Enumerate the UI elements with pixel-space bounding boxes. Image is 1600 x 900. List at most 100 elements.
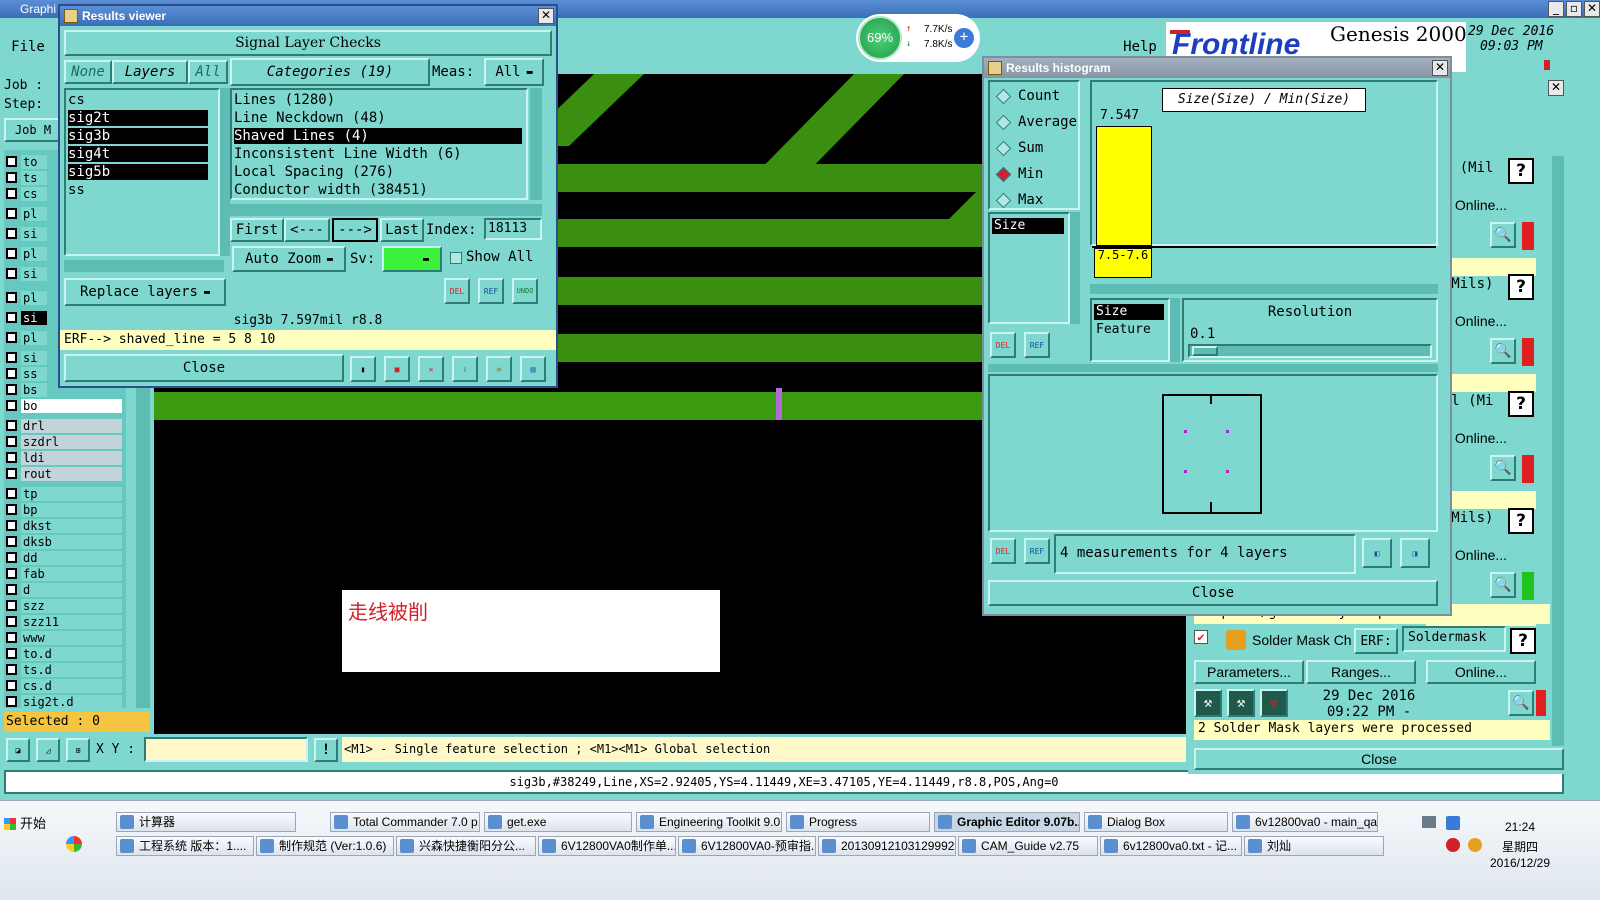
aggregate-radio[interactable]: Count [995, 88, 1060, 104]
axis-item[interactable]: Size [1094, 304, 1164, 320]
results-close-button[interactable]: Close [64, 354, 344, 382]
net-percent[interactable]: 69% [858, 16, 902, 60]
layer-row[interactable]: fab [6, 566, 122, 581]
results-viewer-close-icon[interactable]: ✕ [538, 8, 554, 24]
solder-checkbox[interactable]: ✔ [1194, 630, 1208, 644]
index-input[interactable]: 18113 [484, 218, 542, 240]
layer-checkbox[interactable] [6, 680, 17, 691]
panel-close-icon[interactable]: ✕ [1548, 80, 1564, 96]
feature-ref-icon[interactable]: REF [1024, 538, 1050, 564]
taskbar-button[interactable]: CAM_Guide v2.75 [958, 836, 1098, 856]
layer-checkbox[interactable] [6, 520, 17, 531]
check-help-button[interactable]: ? [1508, 391, 1534, 417]
layer-checkbox[interactable] [6, 292, 17, 303]
layer-checkbox[interactable] [6, 248, 17, 259]
hist-item-list[interactable]: Size [988, 212, 1070, 324]
axis-list[interactable]: Size Feature [1090, 298, 1170, 362]
layer-checkbox[interactable] [6, 468, 17, 479]
sash[interactable] [988, 364, 1438, 372]
histogram-close-button[interactable]: Close [988, 580, 1438, 606]
measure-icon[interactable]: ◿ [36, 738, 60, 762]
tray-icons[interactable] [1420, 812, 1482, 872]
next-button[interactable]: ---> [332, 218, 378, 242]
layer-checkbox[interactable] [6, 568, 17, 579]
stop-icon[interactable]: ⚒ [1260, 689, 1288, 717]
results-layer-list[interactable]: cs sig2t sig3b sig4t sig5b ss [64, 88, 220, 256]
zoom-result-icon[interactable]: 🔍 [1490, 572, 1516, 598]
layer-list-hscroll[interactable] [64, 260, 224, 272]
next-feature-icon[interactable]: ◨ [1400, 538, 1430, 568]
hist-del-icon[interactable]: DEL [990, 332, 1016, 358]
minimize-icon[interactable]: _ [1548, 1, 1564, 17]
last-button[interactable]: Last [380, 218, 424, 242]
taskbar-button[interactable]: Progress [786, 812, 930, 832]
category-item[interactable]: Shaved Lines (4) [234, 128, 522, 144]
zoom-result-icon[interactable]: 🔍 [1508, 690, 1534, 716]
layer-checkbox[interactable] [6, 172, 17, 183]
layer-list-item[interactable]: cs [68, 92, 208, 108]
layer-row[interactable]: drl [6, 418, 122, 433]
layer-checkbox[interactable] [6, 536, 17, 547]
categories-list[interactable]: Lines (1280) Line Neckdown (48) Shaved Lin… [230, 88, 528, 200]
taskbar-button[interactable]: Total Commander 7.0 p... [330, 812, 480, 832]
layer-row[interactable]: cs.d [6, 678, 122, 693]
zoom-result-icon[interactable]: 🔍 [1490, 222, 1516, 248]
first-button[interactable]: First [230, 218, 284, 242]
solder-help-button[interactable]: ? [1510, 628, 1536, 654]
category-item[interactable]: Inconsistent Line Width (6) [234, 146, 522, 162]
check-help-button[interactable]: ? [1508, 508, 1534, 534]
taskbar-button[interactable]: 制作规范 (Ver:1.0.6) [256, 836, 394, 856]
layer-checkbox[interactable] [6, 156, 17, 167]
layer-row[interactable]: to.d [6, 646, 122, 661]
aggregate-radio[interactable]: Average [995, 114, 1077, 130]
report-icon[interactable]: ≡ [486, 356, 512, 382]
histogram-close-icon[interactable]: ✕ [1432, 60, 1448, 76]
printer-icon[interactable] [1422, 816, 1436, 828]
category-item[interactable]: Conductor width (38451) [234, 182, 522, 198]
category-item[interactable]: Line Neckdown (48) [234, 110, 522, 126]
layer-checkbox[interactable] [6, 368, 17, 379]
layer-row[interactable]: sig2t.d [6, 694, 122, 709]
aggregate-radio[interactable]: Max [995, 192, 1043, 208]
layer-row[interactable]: szz [6, 598, 122, 613]
highlight-icon[interactable]: ▮ [350, 356, 376, 382]
taskbar-button[interactable]: Engineering Toolkit 9.0... [636, 812, 782, 832]
layer-checkbox[interactable] [6, 436, 17, 447]
taskbar-button[interactable]: 兴森快捷衡阳分公... [396, 836, 536, 856]
sv-color-select[interactable]: ▬ [382, 246, 442, 272]
meas-select[interactable]: All ▬ [484, 58, 544, 86]
close-icon[interactable]: ✕ [1584, 1, 1600, 17]
layer-row[interactable]: tp [6, 486, 122, 501]
ranges-button[interactable]: Ranges... [1306, 660, 1416, 684]
show-all-checkbox[interactable] [450, 252, 462, 264]
layer-checkbox[interactable] [6, 268, 17, 279]
layer-row[interactable]: szdrl [6, 434, 122, 449]
run-all-icon[interactable]: ⚒ [1227, 689, 1255, 717]
right-close-button[interactable]: Close [1194, 748, 1564, 770]
layer-checkbox[interactable] [6, 552, 17, 563]
layer-checkbox[interactable] [6, 228, 17, 239]
menu-help[interactable]: Help [1118, 36, 1162, 58]
categories-button[interactable]: Categories (19) [230, 58, 430, 86]
layer-row[interactable]: szz11 [6, 614, 122, 629]
taskbar-button[interactable]: get.exe [484, 812, 632, 832]
layer-list-item[interactable]: sig3b [68, 128, 208, 144]
hist-list-item[interactable]: Size [992, 218, 1064, 234]
taskbar-button[interactable]: 20130912103129992... [818, 836, 956, 856]
check-help-button[interactable]: ? [1508, 158, 1534, 184]
category-item[interactable]: Local Spacing (276) [234, 164, 522, 180]
layer-row[interactable]: www [6, 630, 122, 645]
export-icon[interactable]: ⇩ [452, 356, 478, 382]
online-button[interactable]: Online... [1426, 660, 1536, 684]
boost-icon[interactable]: + [954, 28, 974, 48]
layer-checkbox[interactable] [6, 188, 17, 199]
categories-vscroll[interactable] [530, 88, 542, 200]
taskbar-button[interactable]: Dialog Box [1084, 812, 1228, 832]
erf-value[interactable]: Soldermask [1402, 626, 1506, 652]
update-icon[interactable] [1468, 838, 1482, 852]
axis-list-scroll[interactable] [1170, 298, 1180, 362]
layer-row[interactable]: d [6, 582, 122, 597]
replace-layers-button[interactable]: Replace layers ▬ [64, 278, 226, 306]
clock-time[interactable]: 21:24 [1490, 820, 1550, 836]
layer-checkbox[interactable] [6, 332, 17, 343]
